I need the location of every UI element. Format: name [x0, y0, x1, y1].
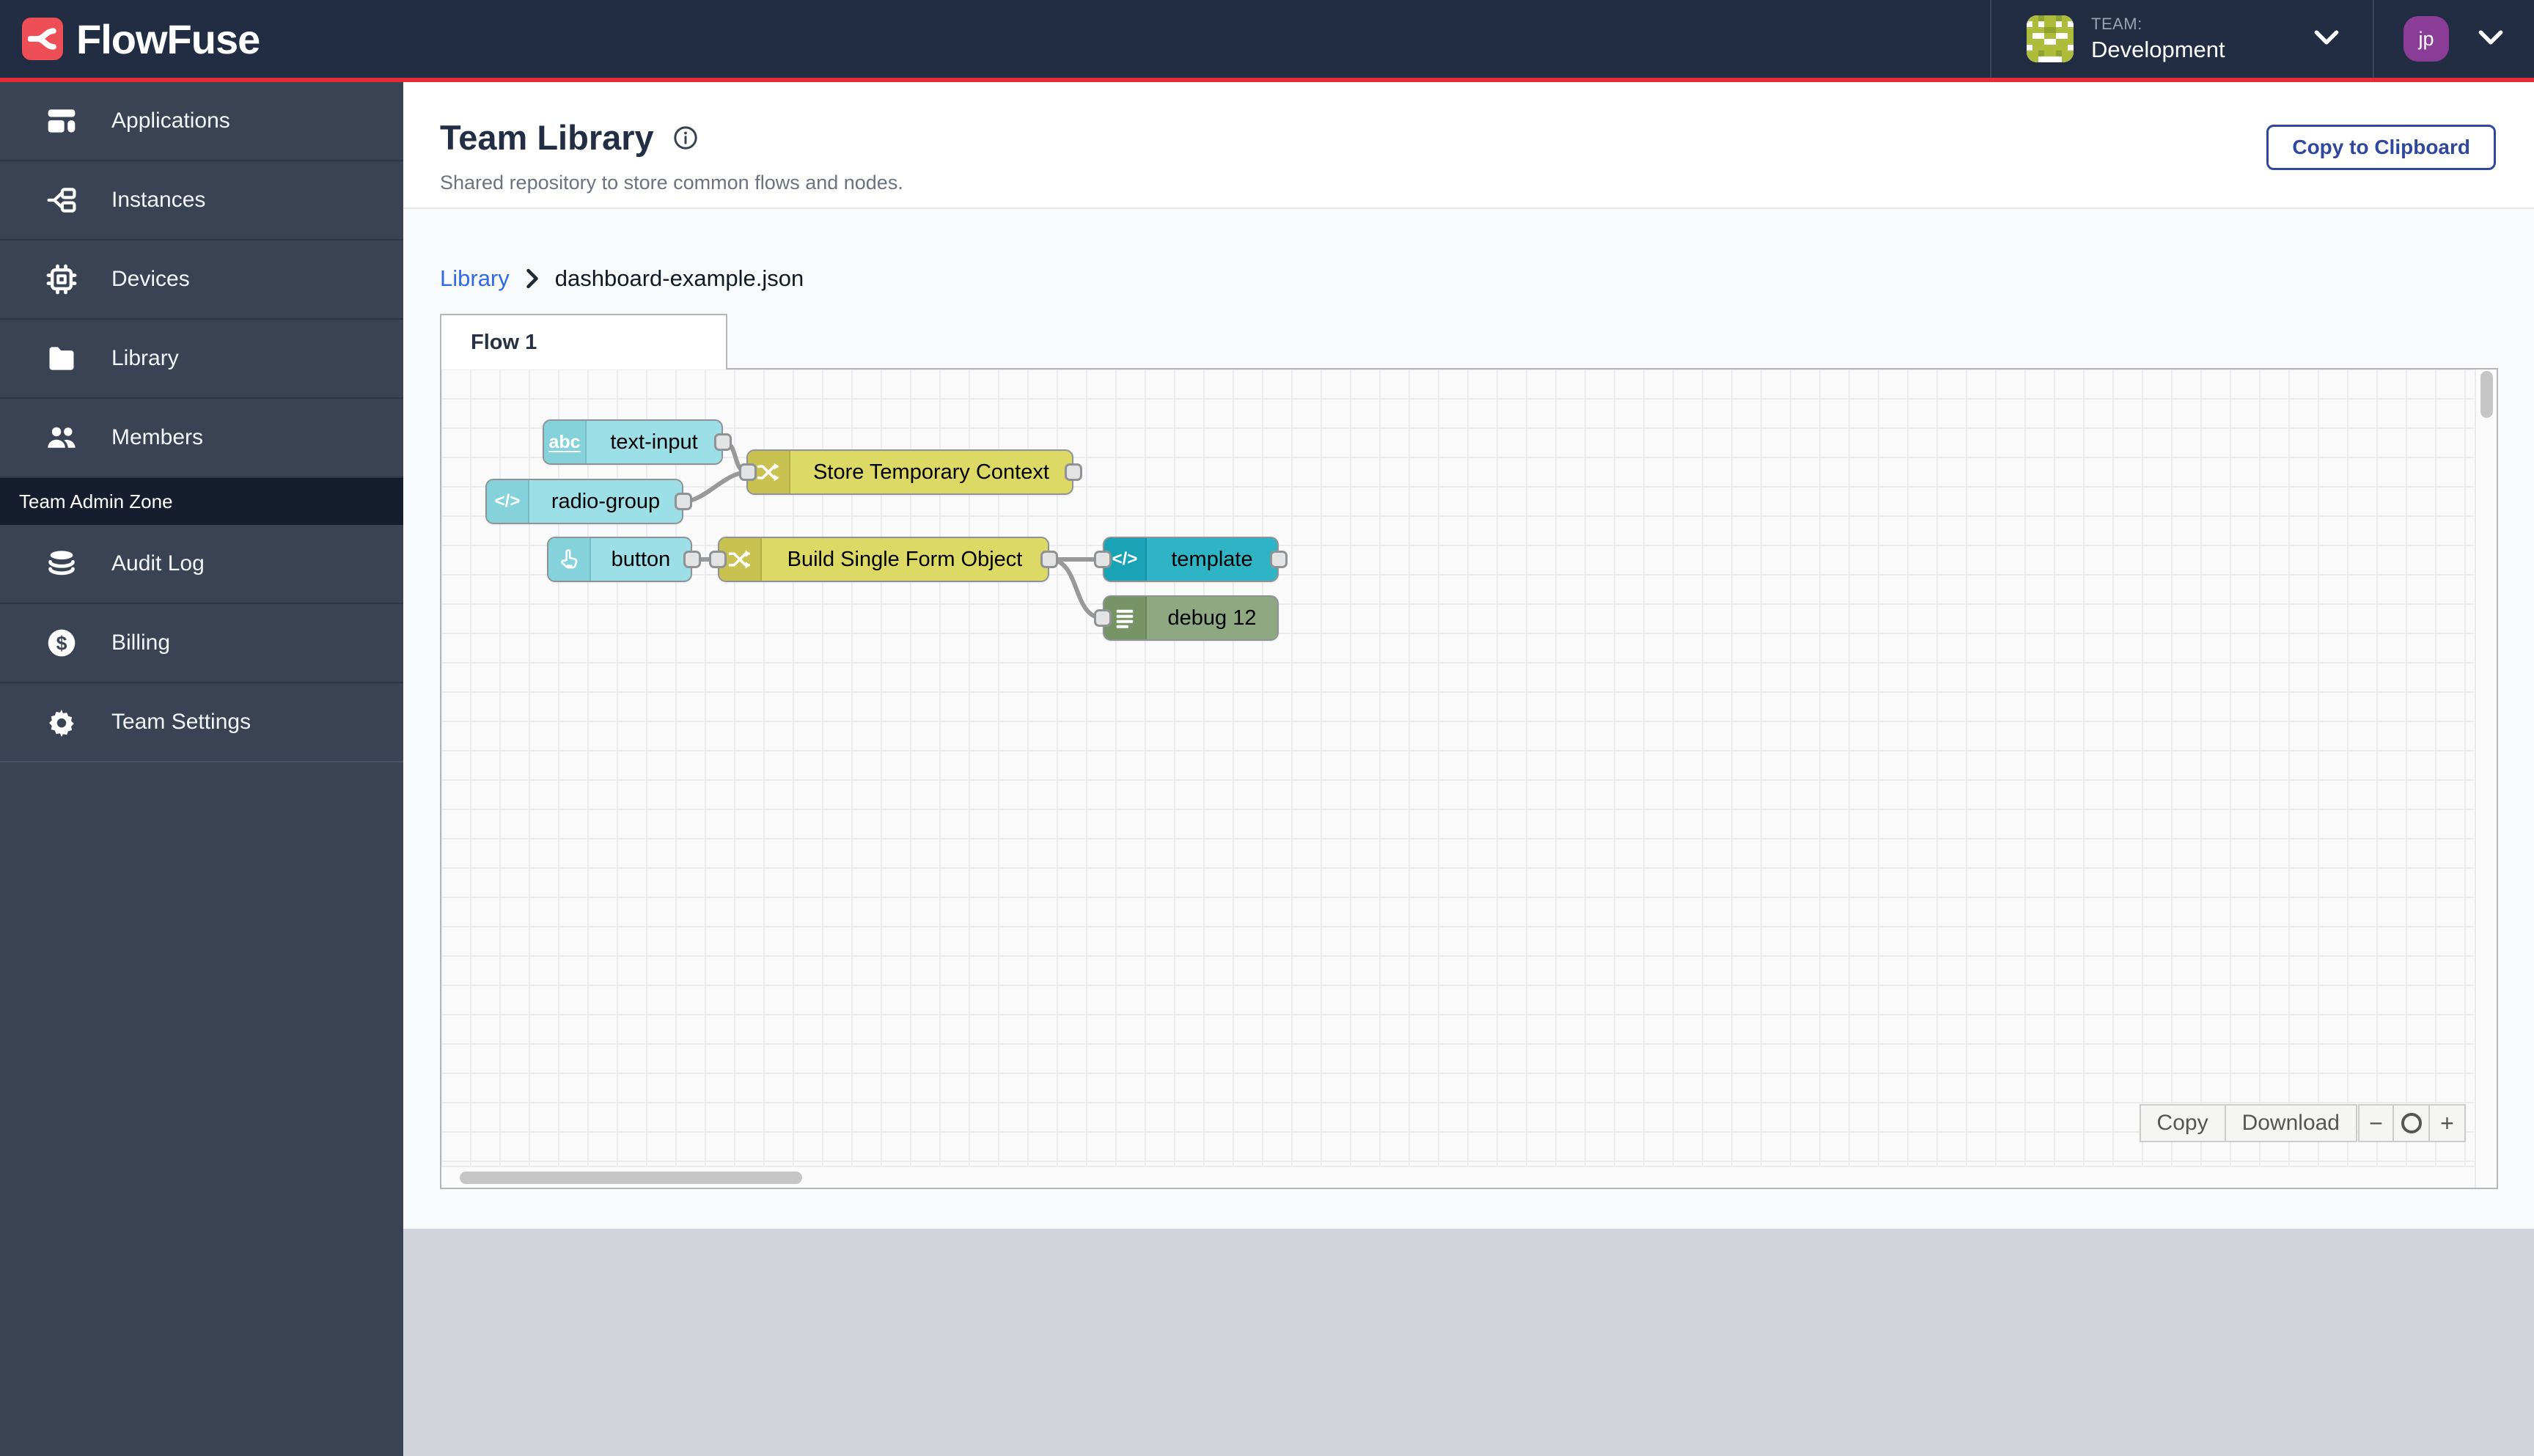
port-output-button[interactable]: [683, 551, 701, 568]
node-label: template: [1171, 547, 1253, 571]
flowfuse-logo[interactable]: FlowFuse: [22, 0, 260, 78]
settings-icon: [45, 706, 78, 738]
flow-tab[interactable]: Flow 1: [440, 314, 727, 369]
sidebar-item-library[interactable]: Library: [0, 320, 403, 399]
header-accent-line: [0, 78, 2534, 82]
code-icon: </>: [487, 480, 529, 523]
team-admin-zone-header: Team Admin Zone: [0, 478, 403, 525]
sidebar-item-devices[interactable]: Devices: [0, 240, 403, 320]
flow-node-radio-group[interactable]: </> radio-group: [485, 479, 683, 524]
breadcrumb: Library dashboard-example.json: [440, 265, 804, 292]
port-output-store-temporary-context[interactable]: [1065, 463, 1082, 481]
flow-node-debug-12[interactable]: debug 12: [1103, 595, 1279, 641]
svg-text:$: $: [56, 633, 67, 655]
page-header-band: Team Library Shared repository to store …: [403, 82, 2534, 209]
port-output-radio-group[interactable]: [675, 493, 692, 510]
port-output-template[interactable]: [1270, 551, 1288, 568]
team-texts: TEAM: Development: [2091, 15, 2225, 63]
team-chevron-down-icon: [2314, 29, 2339, 49]
sidebar-item-label: Billing: [111, 630, 171, 655]
port-output-text-input[interactable]: [714, 433, 732, 451]
team-selector[interactable]: TEAM: Development: [1991, 0, 2373, 78]
canvas-vertical-scrollbar[interactable]: [2475, 369, 2497, 1188]
port-input-store-temporary-context[interactable]: [739, 463, 757, 481]
members-icon: [45, 422, 78, 454]
user-avatar: jp: [2403, 16, 2449, 62]
canvas-horizontal-scrollbar[interactable]: [441, 1166, 2475, 1188]
node-label: Build Single Form Object: [787, 547, 1023, 571]
flow-node-template[interactable]: </> template: [1103, 537, 1279, 582]
audit-log-icon: [45, 548, 78, 580]
breadcrumb-library-link[interactable]: Library: [440, 265, 510, 292]
user-chevron-down-icon: [2478, 29, 2503, 49]
node-label: debug 12: [1167, 606, 1257, 630]
page-subtitle: Shared repository to store common flows …: [440, 172, 903, 194]
copy-flow-button[interactable]: Copy: [2139, 1104, 2226, 1142]
sidebar-item-label: Applications: [111, 109, 230, 133]
flow-export-controls: Copy Download: [2139, 1104, 2357, 1142]
flow-canvas[interactable]: abc text-input </> radio-group Store Tem…: [440, 368, 2498, 1189]
instances-icon: [45, 184, 78, 216]
port-input-build-single-form-object[interactable]: [709, 551, 727, 568]
sidebar-item-instances[interactable]: Instances: [0, 161, 403, 240]
sidebar: Applications Instances Devices Library M…: [0, 82, 403, 1456]
breadcrumb-chevron-icon: [524, 268, 540, 289]
applications-icon: [45, 105, 78, 137]
sidebar-item-team-settings[interactable]: Team Settings: [0, 683, 403, 762]
sidebar-item-audit-log[interactable]: Audit Log: [0, 525, 403, 604]
flow-node-button[interactable]: button: [547, 537, 692, 582]
sidebar-item-label: Audit Log: [111, 551, 205, 576]
flow-tab-label: Flow 1: [471, 330, 537, 354]
header-right: TEAM: Development jp: [1990, 0, 2534, 78]
flow-node-text-input[interactable]: abc text-input: [543, 419, 723, 465]
zoom-controls: − +: [2358, 1104, 2466, 1142]
team-avatar: [2027, 15, 2074, 62]
sidebar-item-label: Instances: [111, 188, 206, 212]
footer-band: [403, 1229, 2534, 1456]
port-output-build-single-form-object[interactable]: [1040, 551, 1058, 568]
vertical-scrollbar-thumb[interactable]: [2480, 371, 2493, 418]
sidebar-item-label: Team Settings: [111, 710, 251, 734]
sidebar-item-label: Devices: [111, 267, 190, 291]
info-icon[interactable]: [673, 125, 698, 150]
breadcrumb-current: dashboard-example.json: [554, 265, 804, 291]
horizontal-scrollbar-thumb[interactable]: [460, 1172, 802, 1184]
node-label: button: [611, 547, 671, 571]
node-label: Store Temporary Context: [813, 460, 1049, 484]
flow-node-build-single-form-object[interactable]: Build Single Form Object: [718, 537, 1049, 582]
port-input-debug-12[interactable]: [1094, 609, 1112, 627]
zoom-in-button[interactable]: +: [2430, 1104, 2466, 1142]
billing-icon: $: [45, 627, 78, 659]
copy-to-clipboard-button[interactable]: Copy to Clipboard: [2266, 125, 2496, 170]
zoom-out-button[interactable]: −: [2358, 1104, 2394, 1142]
devices-icon: [45, 263, 78, 295]
download-flow-button[interactable]: Download: [2225, 1104, 2357, 1142]
port-input-template[interactable]: [1094, 551, 1112, 568]
sidebar-item-members[interactable]: Members: [0, 399, 403, 478]
user-menu[interactable]: jp: [2374, 0, 2534, 78]
zoom-reset-circle-icon: [2401, 1113, 2422, 1133]
library-icon: [45, 342, 78, 375]
brand-name: FlowFuse: [76, 15, 260, 62]
page-title: Team Library: [440, 118, 654, 157]
sidebar-item-billing[interactable]: $ Billing: [0, 604, 403, 683]
abc-icon: abc: [544, 421, 587, 463]
node-label: radio-group: [551, 489, 661, 513]
flow-node-store-temporary-context[interactable]: Store Temporary Context: [746, 449, 1073, 495]
hand-icon: [548, 538, 591, 581]
sidebar-item-applications[interactable]: Applications: [0, 82, 403, 161]
sidebar-item-label: Members: [111, 425, 204, 449]
flowfuse-logo-icon: [22, 18, 63, 60]
team-admin-zone-label: Team Admin Zone: [19, 490, 173, 512]
zoom-reset-button[interactable]: [2394, 1104, 2430, 1142]
sidebar-item-label: Library: [111, 346, 179, 370]
team-name: Development: [2091, 37, 2225, 62]
node-label: text-input: [610, 430, 698, 454]
team-label: TEAM:: [2091, 15, 2142, 33]
